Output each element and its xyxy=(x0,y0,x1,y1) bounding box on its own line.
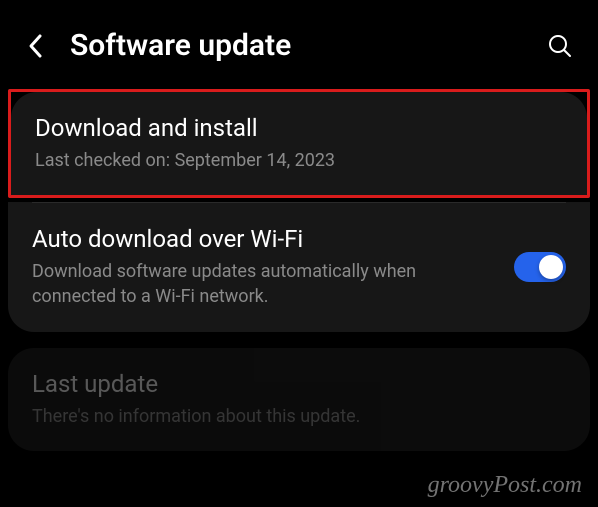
search-icon[interactable] xyxy=(546,32,574,60)
list-item-content: Last update There's no information about… xyxy=(32,370,566,429)
highlight-annotation: Download and install Last checked on: Se… xyxy=(8,89,590,198)
auto-download-toggle[interactable] xyxy=(514,252,566,282)
item-subtitle: There's no information about this update… xyxy=(32,404,566,429)
download-install-item[interactable]: Download and install Last checked on: Se… xyxy=(11,92,587,195)
header: Software update xyxy=(0,0,598,89)
page-title: Software update xyxy=(70,28,524,63)
last-update-card: Last update There's no information about… xyxy=(8,348,590,451)
item-subtitle: Last checked on: September 14, 2023 xyxy=(35,148,563,173)
watermark: groovyPost.com xyxy=(428,472,582,499)
back-icon[interactable] xyxy=(24,34,48,58)
auto-download-item[interactable]: Auto download over Wi-Fi Download softwa… xyxy=(8,203,590,331)
item-title: Download and install xyxy=(35,114,563,142)
item-subtitle: Download software updates automatically … xyxy=(32,259,498,309)
list-item-content: Auto download over Wi-Fi Download softwa… xyxy=(32,225,498,309)
last-update-item[interactable]: Last update There's no information about… xyxy=(8,348,590,451)
list-item-content: Download and install Last checked on: Se… xyxy=(35,114,563,173)
item-title: Last update xyxy=(32,370,566,398)
settings-card-top: Download and install Last checked on: Se… xyxy=(11,92,587,195)
settings-card-bottom: Auto download over Wi-Fi Download softwa… xyxy=(8,202,590,331)
item-title: Auto download over Wi-Fi xyxy=(32,225,498,253)
spacer xyxy=(0,332,598,348)
